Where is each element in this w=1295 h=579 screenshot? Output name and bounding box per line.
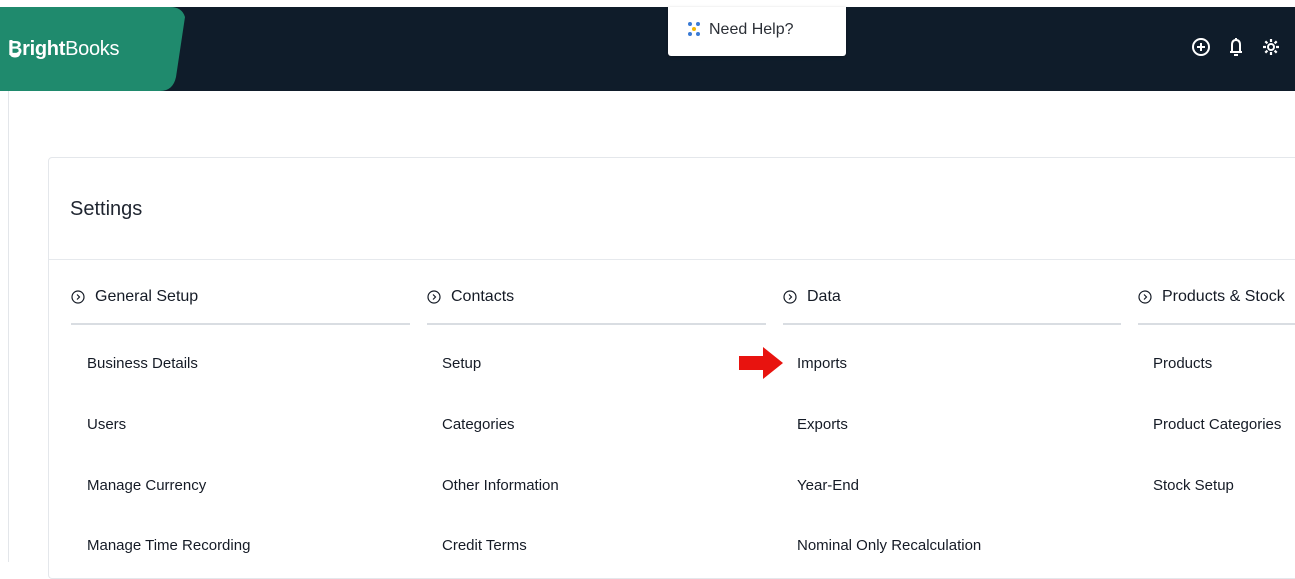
link-credit-terms[interactable]: Credit Terms	[442, 537, 527, 554]
top-navigation-bar: Bright Books Need Help?	[0, 7, 1295, 91]
section-data[interactable]: Data	[783, 286, 841, 308]
brightbooks-logo[interactable]: Bright Books	[8, 38, 119, 61]
settings-panel: Settings General Setup Business Details …	[48, 157, 1295, 579]
chevron-right-icon	[71, 290, 85, 304]
chevron-right-icon	[1138, 290, 1152, 304]
link-setup[interactable]: Setup	[442, 355, 481, 372]
red-arrow-icon	[739, 347, 783, 379]
section-divider	[783, 323, 1121, 325]
add-circle-icon[interactable]	[1191, 37, 1211, 57]
link-users[interactable]: Users	[87, 416, 126, 433]
title-divider	[49, 259, 1295, 260]
link-other-information[interactable]: Other Information	[442, 477, 559, 494]
section-contacts[interactable]: Contacts	[427, 286, 514, 308]
link-exports[interactable]: Exports	[797, 416, 848, 433]
link-year-end[interactable]: Year-End	[797, 477, 859, 494]
chevron-right-icon	[783, 290, 797, 304]
link-manage-time-recording[interactable]: Manage Time Recording	[87, 537, 250, 554]
logo-mark-icon	[9, 40, 21, 58]
section-divider	[427, 323, 766, 325]
section-products-stock[interactable]: Products & Stock	[1138, 286, 1285, 308]
section-general-setup[interactable]: General Setup	[71, 286, 198, 308]
link-business-details[interactable]: Business Details	[87, 355, 198, 372]
bell-icon[interactable]	[1227, 37, 1245, 57]
page-title: Settings	[70, 198, 143, 220]
page-edge	[8, 91, 9, 562]
section-title: Products & Stock	[1162, 288, 1285, 305]
section-title: Contacts	[451, 288, 515, 305]
section-title: General Setup	[95, 288, 199, 305]
help-dots-icon	[688, 22, 700, 36]
section-title: Data	[807, 288, 841, 305]
link-imports[interactable]: Imports	[797, 355, 847, 372]
link-nominal-only-recalculation[interactable]: Nominal Only Recalculation	[797, 537, 981, 554]
link-products[interactable]: Products	[1153, 355, 1212, 372]
need-help-label: Need Help?	[709, 21, 794, 38]
chevron-right-icon	[427, 290, 441, 304]
brand-name-rest: Books	[65, 38, 120, 60]
section-divider	[1138, 323, 1295, 325]
link-stock-setup[interactable]: Stock Setup	[1153, 477, 1234, 494]
section-divider	[71, 323, 410, 325]
need-help-button[interactable]: Need Help?	[668, 7, 846, 56]
gear-icon[interactable]	[1261, 37, 1281, 57]
brand-tab: Bright Books	[0, 7, 188, 91]
link-product-categories[interactable]: Product Categories	[1153, 416, 1281, 433]
link-manage-currency[interactable]: Manage Currency	[87, 477, 206, 494]
link-categories[interactable]: Categories	[442, 416, 515, 433]
